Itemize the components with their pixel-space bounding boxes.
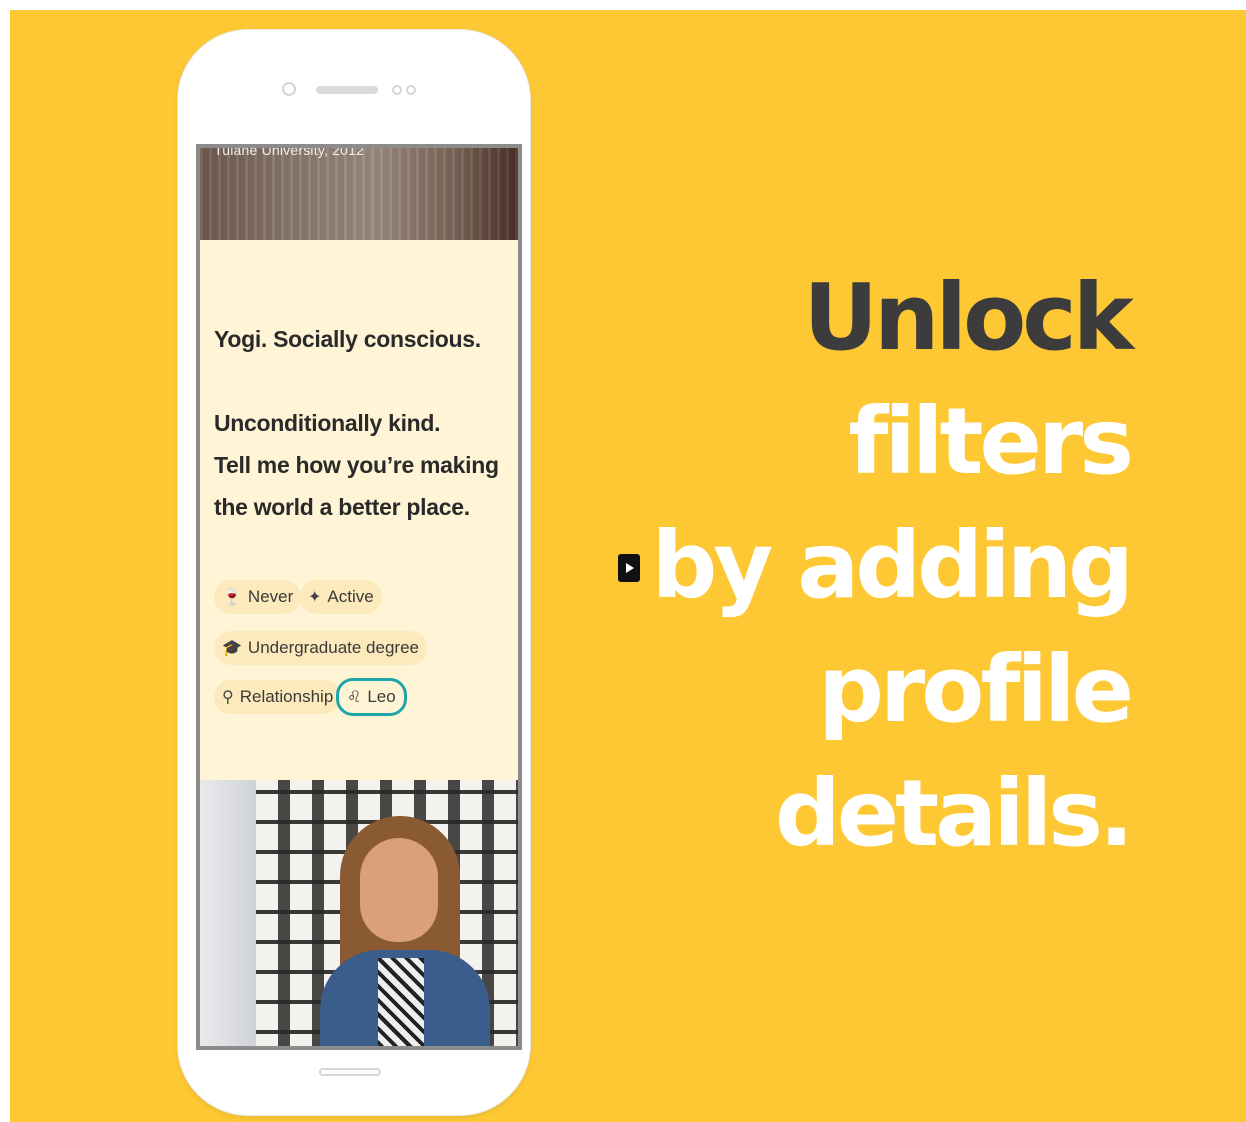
headline-line: Unlock [803, 264, 1134, 371]
chip-label: Undergraduate degree [247, 638, 419, 657]
bio-line: Unconditionally kind. [214, 410, 441, 436]
proximity-sensor [392, 85, 402, 95]
chip-zodiac[interactable]: ♌ Leo [336, 678, 407, 716]
dumbbell-icon: ✦ [308, 589, 322, 606]
promo-headline: Unlock filters by adding profile details… [651, 256, 1134, 876]
photo-caption: Tulane University, 2012 [214, 144, 365, 158]
light-sensor [406, 85, 416, 95]
chip-looking-for[interactable]: ⚲ Relationship [214, 680, 342, 714]
profile-photo-top[interactable]: Tulane University, 2012 [200, 148, 518, 240]
bio-line: the world a better place. [214, 494, 470, 520]
bio-line: Tell me how you’re making [214, 452, 499, 478]
headline-line: by adding [651, 512, 1134, 619]
headline-line: filters [848, 388, 1134, 495]
bio-line: Yogi. Socially conscious. [214, 326, 481, 352]
wine-glass-icon: 🍷 [222, 589, 242, 606]
promo-stage: Tulane University, 2012 Yogi. Socially c… [10, 10, 1246, 1122]
chip-label: Active [327, 587, 374, 606]
home-button[interactable] [319, 1068, 381, 1076]
graduation-cap-icon: 🎓 [222, 640, 242, 657]
chip-label: Never [247, 587, 294, 606]
earpiece-speaker [316, 86, 378, 94]
zodiac-leo-icon: ♌ [347, 689, 362, 706]
chip-exercise[interactable]: ✦ Active [300, 580, 382, 614]
play-icon [626, 563, 634, 573]
play-button[interactable] [618, 554, 640, 582]
front-camera [282, 82, 296, 96]
chip-label: Relationship [239, 687, 334, 706]
app-screen[interactable]: Tulane University, 2012 Yogi. Socially c… [196, 144, 522, 1050]
headline-line: profile [818, 636, 1134, 743]
profile-photo-bottom[interactable] [200, 780, 518, 1046]
headline-line: details. [774, 760, 1134, 867]
magnifier-icon: ⚲ [222, 689, 234, 706]
profile-bio: Yogi. Socially conscious. Unconditionall… [214, 318, 504, 528]
chip-label: Leo [367, 687, 396, 706]
chip-drinking[interactable]: 🍷 Never [214, 580, 302, 614]
phone-mockup: Tulane University, 2012 Yogi. Socially c… [178, 30, 530, 1115]
chip-education[interactable]: 🎓 Undergraduate degree [214, 631, 427, 665]
